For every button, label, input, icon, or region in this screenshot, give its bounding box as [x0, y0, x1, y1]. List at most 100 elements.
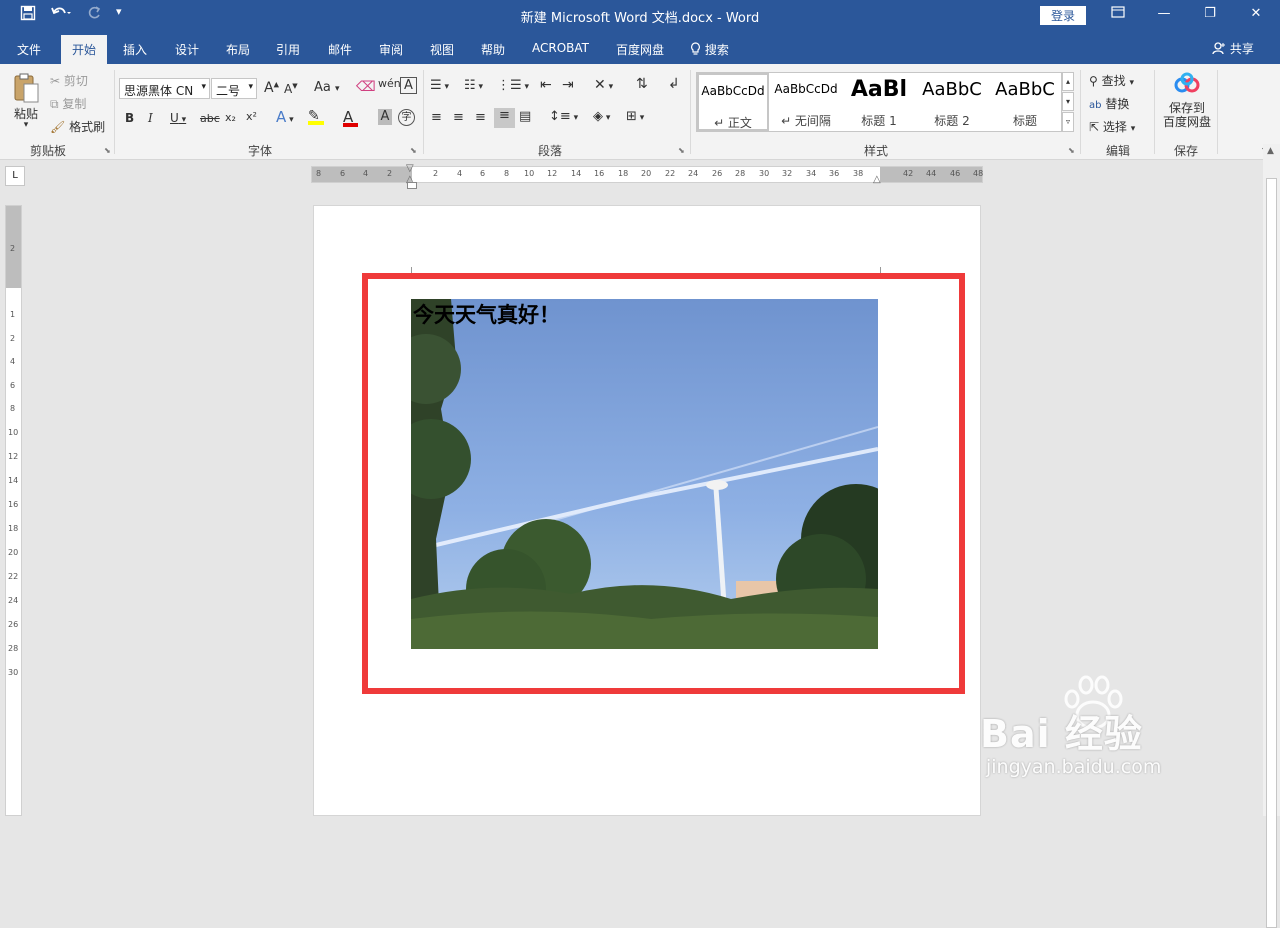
copy-icon: ⧉: [50, 97, 59, 111]
style-heading-2[interactable]: AaBbC 标题 2: [916, 73, 988, 131]
vertical-ruler[interactable]: 2 1 2 4 6 8 10 12 14 16 18 20 22 24 26 2…: [5, 205, 22, 816]
share-button[interactable]: 共享: [1212, 40, 1254, 57]
ruler-label: 2: [387, 169, 393, 178]
font-size-select[interactable]: 二号 ▾: [211, 78, 257, 99]
tab-insert[interactable]: 插入: [123, 41, 147, 58]
tab-file[interactable]: 文件: [17, 41, 41, 58]
ruler-label: 42: [903, 169, 914, 178]
align-right-icon[interactable]: ≡: [475, 110, 486, 125]
styles-scroll-up-icon[interactable]: ▴: [1062, 72, 1074, 91]
chinese-layout-icon[interactable]: ✕ ▾: [594, 77, 613, 93]
styles-launcher-icon[interactable]: ⬊: [1068, 146, 1075, 155]
search-tab-label: 搜索: [704, 43, 729, 57]
styles-more-icon[interactable]: ▿: [1062, 112, 1074, 132]
font-launcher-icon[interactable]: ⬊: [410, 146, 417, 155]
enclose-characters-icon[interactable]: 字: [398, 109, 415, 126]
align-center-icon[interactable]: ≡: [453, 110, 464, 125]
close-icon[interactable]: ✕: [1244, 6, 1268, 21]
save-to-baidu-button[interactable]: 保存到 百度网盘: [1160, 72, 1214, 129]
text-effects-icon[interactable]: A ▾: [276, 108, 294, 126]
superscript-button[interactable]: x²: [246, 110, 257, 123]
tab-view[interactable]: 视图: [430, 41, 454, 58]
divider: [423, 70, 424, 154]
replace-button[interactable]: ab 替换: [1089, 95, 1129, 112]
right-indent-marker[interactable]: △: [873, 174, 881, 185]
select-label: 选择: [1102, 120, 1127, 134]
copy-button[interactable]: ⧉ 复制: [50, 95, 86, 112]
tab-review[interactable]: 审阅: [379, 41, 403, 58]
first-line-indent-marker[interactable]: ▽: [406, 163, 414, 174]
highlighter-icon[interactable]: ✎: [308, 108, 324, 125]
ribbon-display-icon[interactable]: [1106, 6, 1130, 22]
ruler-label: 16: [8, 500, 19, 509]
style-no-spacing[interactable]: AaBbCcDd ↵ 无间隔: [770, 73, 842, 131]
cut-label: 剪切: [63, 74, 88, 88]
line-spacing-icon[interactable]: ↕≡ ▾: [549, 109, 578, 124]
watermark-url: jingyan.baidu.com: [986, 756, 1162, 778]
decrease-indent-icon[interactable]: ⇤: [540, 77, 552, 93]
shading-icon[interactable]: ◈ ▾: [593, 109, 610, 124]
style-title[interactable]: AaBbC 标题: [989, 73, 1061, 131]
increase-indent-icon[interactable]: ⇥: [562, 77, 574, 93]
select-button[interactable]: ⇱ 选择 ▾: [1089, 118, 1135, 135]
font-family-select[interactable]: 思源黑体 CN ▾: [119, 78, 210, 99]
clear-format-icon[interactable]: ⌫: [356, 79, 376, 95]
vertical-scrollbar[interactable]: ▲: [1263, 144, 1280, 928]
phonetic-guide-icon[interactable]: wén: [378, 77, 401, 90]
change-case-button[interactable]: Aa ▾: [314, 80, 340, 95]
tab-acrobat[interactable]: ACROBAT: [532, 41, 589, 55]
style-normal[interactable]: AaBbCcDd ↵ 正文: [697, 73, 769, 131]
ruler-label: 44: [926, 169, 937, 178]
styles-scroll-down-icon[interactable]: ▾: [1062, 92, 1074, 111]
find-button[interactable]: ⚲ 查找 ▾: [1089, 72, 1134, 89]
tab-layout[interactable]: 布局: [226, 41, 250, 58]
subscript-button[interactable]: x₂: [225, 111, 236, 124]
paragraph-launcher-icon[interactable]: ⬊: [678, 146, 685, 155]
grow-font-button[interactable]: A▲: [264, 80, 279, 96]
scroll-up-icon[interactable]: ▲: [1267, 146, 1274, 156]
justify-icon[interactable]: ≡: [494, 108, 515, 128]
tab-home[interactable]: 开始: [61, 35, 108, 64]
ruler-label: 30: [8, 668, 19, 677]
align-left-icon[interactable]: ≡: [431, 110, 442, 125]
ruler-label: 6: [10, 381, 16, 390]
italic-button[interactable]: I: [148, 111, 153, 125]
divider: [690, 70, 691, 154]
cut-button[interactable]: ✂ 剪切: [50, 72, 88, 89]
minimize-icon[interactable]: —: [1152, 6, 1176, 21]
bold-button[interactable]: B: [125, 111, 134, 125]
ruler-label: 32: [782, 169, 793, 178]
watermark-brand: Bai 经验: [980, 712, 1143, 756]
paste-button[interactable]: 粘贴 ▾: [10, 72, 42, 130]
format-painter-button[interactable]: 🖌 格式刷: [50, 118, 105, 135]
strikethrough-button[interactable]: abc: [200, 112, 220, 125]
tab-design[interactable]: 设计: [175, 41, 199, 58]
bullets-icon[interactable]: ☰ ▾: [430, 78, 449, 93]
numbering-icon[interactable]: ☷ ▾: [464, 78, 483, 93]
tab-references[interactable]: 引用: [276, 41, 300, 58]
tab-baidu-netdisk[interactable]: 百度网盘: [616, 41, 664, 58]
underline-button[interactable]: U ▾: [170, 111, 186, 125]
paragraph-mark-icon[interactable]: ↲: [668, 76, 680, 92]
restore-icon[interactable]: ❐: [1198, 6, 1222, 21]
borders-icon[interactable]: ⊞ ▾: [626, 109, 644, 124]
tab-search[interactable]: 搜索: [690, 41, 729, 58]
tab-selector[interactable]: L: [5, 166, 25, 186]
replace-icon: ab: [1089, 100, 1102, 111]
baidu-cloud-icon: [1173, 72, 1201, 101]
style-heading-1[interactable]: AaBl 标题 1: [843, 73, 915, 131]
character-border-icon[interactable]: A: [400, 77, 417, 94]
tab-help[interactable]: 帮助: [481, 41, 505, 58]
left-indent-marker[interactable]: [407, 182, 417, 189]
sort-icon[interactable]: ⇅: [636, 76, 648, 92]
shrink-font-button[interactable]: A▼: [284, 82, 298, 96]
multilevel-list-icon[interactable]: ⋮☰ ▾: [497, 78, 529, 93]
character-shading-icon[interactable]: A: [378, 109, 392, 125]
distributed-icon[interactable]: ▤: [519, 109, 531, 124]
save-group-label: 保存: [1173, 144, 1198, 158]
divider: [1080, 70, 1081, 154]
tab-mailings[interactable]: 邮件: [328, 41, 352, 58]
font-color-icon[interactable]: A: [343, 108, 358, 127]
clipboard-launcher-icon[interactable]: ⬊: [104, 146, 111, 155]
login-button[interactable]: 登录: [1040, 6, 1086, 25]
